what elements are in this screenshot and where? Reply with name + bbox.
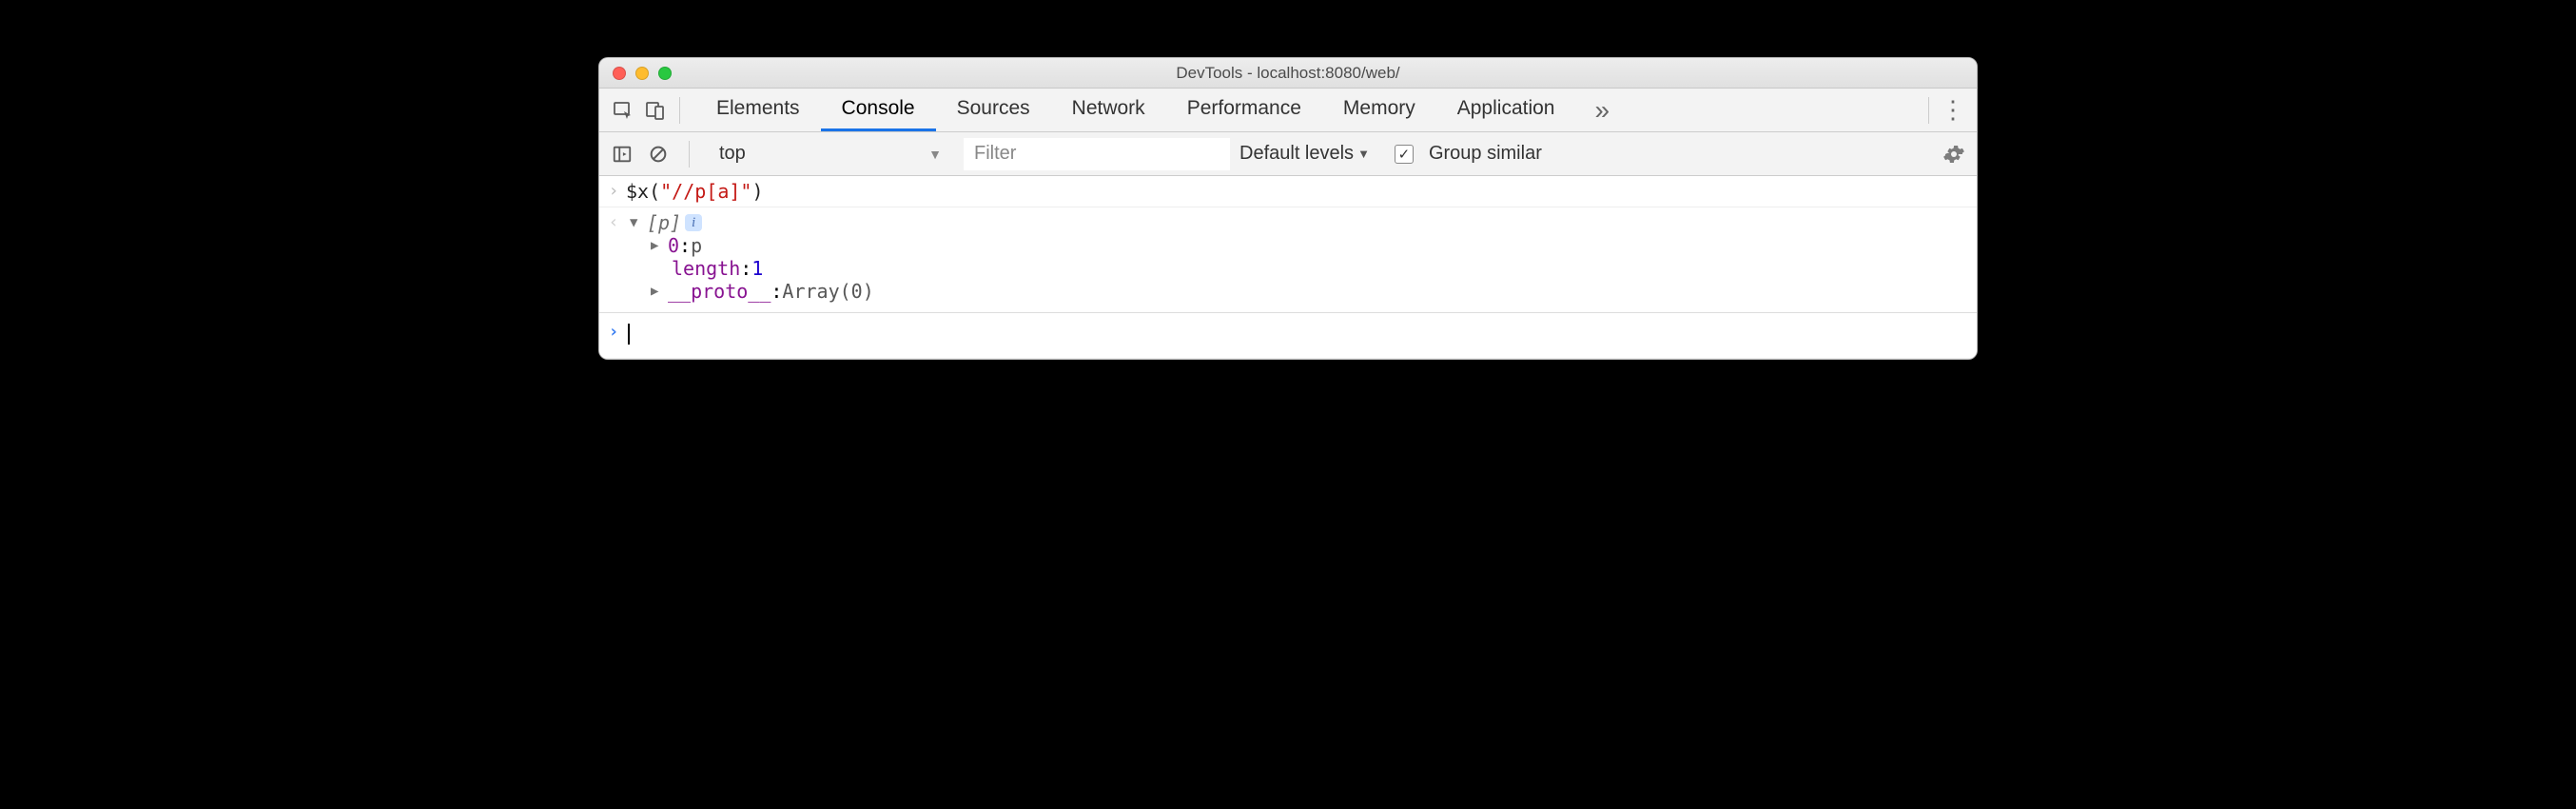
console-toolbar: top ▼ Default levels ▼ ✓ Group similar — [599, 132, 1977, 176]
chevron-down-icon: ▼ — [1357, 147, 1370, 161]
tab-memory[interactable]: Memory — [1322, 89, 1436, 131]
panel-tabs: Elements Console Sources Network Perform… — [695, 89, 1575, 131]
tab-console[interactable]: Console — [821, 89, 936, 131]
tab-network[interactable]: Network — [1051, 89, 1166, 131]
array-open: [ — [647, 211, 658, 234]
divider — [689, 141, 690, 168]
tree-val: p — [691, 234, 702, 257]
console-body: › $x("//p[a]") ‹ ▼ [p] i ▶ 0: p length: … — [599, 176, 1977, 359]
zoom-window-button[interactable] — [658, 67, 672, 80]
caret-right-icon: ▶ — [651, 284, 668, 299]
info-icon[interactable]: i — [685, 214, 702, 231]
tree-key: __proto__ — [668, 280, 771, 303]
prompt-icon: › — [601, 180, 626, 201]
tab-performance[interactable]: Performance — [1166, 89, 1322, 131]
gear-icon[interactable] — [1941, 141, 1967, 168]
device-toggle-icon[interactable] — [639, 94, 672, 127]
close-window-button[interactable] — [613, 67, 626, 80]
tree-key: length — [672, 257, 740, 280]
devtools-window: DevTools - localhost:8080/web/ Elements … — [598, 57, 1978, 360]
caret-down-icon: ▼ — [630, 215, 647, 230]
result-summary[interactable]: ▼ [p] i — [630, 211, 874, 234]
levels-label: Default levels — [1239, 143, 1354, 165]
result-tree: ▼ [p] i ▶ 0: p length: 1 ▶ __proto__: Ar… — [626, 211, 874, 303]
tree-val: 1 — [751, 257, 763, 280]
console-result[interactable]: ‹ ▼ [p] i ▶ 0: p length: 1 ▶ __proto__: … — [599, 207, 1977, 312]
text-cursor — [628, 324, 630, 345]
more-tabs-icon[interactable]: » — [1585, 95, 1619, 126]
divider — [1928, 97, 1929, 124]
main-tabbar: Elements Console Sources Network Perform… — [599, 89, 1977, 132]
chevron-down-icon: ▼ — [928, 147, 942, 162]
group-similar-checkbox[interactable]: ✓ — [1395, 145, 1414, 164]
toggle-sidebar-icon[interactable] — [609, 141, 635, 168]
console-input-echo[interactable]: › $x("//p[a]") — [599, 176, 1977, 207]
array-close: ] — [670, 211, 681, 234]
console-prompt[interactable]: › — [599, 312, 1977, 359]
caret-right-icon: ▶ — [651, 238, 668, 253]
traffic-lights — [613, 67, 672, 80]
tab-sources[interactable]: Sources — [936, 89, 1051, 131]
tree-row[interactable]: length: 1 — [630, 257, 874, 280]
result-icon: ‹ — [601, 211, 626, 232]
log-levels-selector[interactable]: Default levels ▼ — [1239, 143, 1370, 165]
console-prompt-input[interactable] — [626, 321, 630, 345]
tab-elements[interactable]: Elements — [695, 89, 821, 131]
context-selector[interactable]: top ▼ — [707, 138, 954, 170]
titlebar: DevTools - localhost:8080/web/ — [599, 58, 1977, 89]
minimize-window-button[interactable] — [635, 67, 649, 80]
console-input-text: $x("//p[a]") — [626, 180, 764, 203]
filter-input[interactable] — [964, 138, 1230, 170]
divider — [679, 97, 680, 124]
tree-row[interactable]: ▶ __proto__: Array(0) — [630, 280, 874, 303]
inspect-element-icon[interactable] — [607, 94, 639, 127]
array-item: p — [658, 211, 670, 234]
window-title: DevTools - localhost:8080/web/ — [599, 64, 1977, 83]
group-similar-label: Group similar — [1429, 143, 1542, 165]
tree-row[interactable]: ▶ 0: p — [630, 234, 874, 257]
tree-key: 0 — [668, 234, 679, 257]
context-value: top — [719, 143, 746, 165]
clear-console-icon[interactable] — [645, 141, 672, 168]
settings-menu-icon[interactable]: ⋮ — [1937, 95, 1969, 125]
prompt-icon: › — [601, 321, 626, 342]
tab-application[interactable]: Application — [1436, 89, 1576, 131]
tree-val: Array(0) — [782, 280, 873, 303]
